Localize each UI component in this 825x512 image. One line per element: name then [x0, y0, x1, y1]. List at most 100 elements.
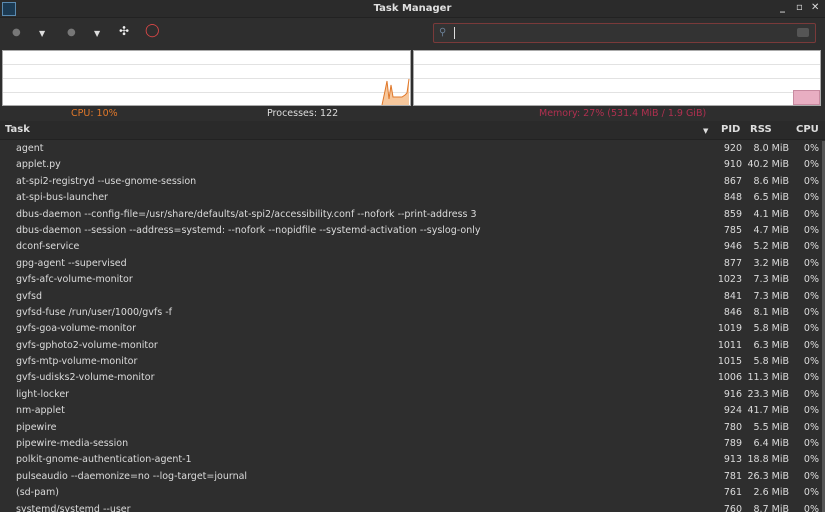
cell-task: gvfs-mtp-volume-monitor — [16, 356, 138, 368]
table-row[interactable]: at-spi2-registryd --use-gnome-session 867… — [0, 174, 822, 190]
text-cursor — [454, 27, 455, 39]
cell-task: gvfs-goa-volume-monitor — [16, 323, 137, 335]
cell-task: at-spi-bus-launcher — [16, 192, 108, 204]
crosshair-icon[interactable]: ✣ — [119, 24, 129, 38]
cell-cpu: 0% — [803, 356, 819, 368]
table-header: Task ▼ PID RSS CPU — [0, 121, 825, 140]
cell-rss: 11.3 MiB — [747, 372, 789, 384]
cell-rss: 41.7 MiB — [747, 405, 789, 417]
priority-icon[interactable]: ● — [67, 27, 76, 38]
process-count-label: Processes: 122 — [267, 108, 339, 119]
cell-cpu: 0% — [803, 175, 819, 187]
memory-graph — [413, 50, 821, 106]
cell-task: gvfs-gphoto2-volume-monitor — [16, 339, 158, 351]
cell-task: dconf-service — [16, 241, 80, 253]
sort-chevron-icon[interactable]: ▼ — [703, 127, 708, 135]
column-cpu[interactable]: CPU — [796, 124, 819, 135]
cell-rss: 26.3 MiB — [747, 470, 789, 482]
table-row[interactable]: gvfs-afc-volume-monitor 1023 7.3 MiB 0% — [0, 272, 822, 288]
cell-rss: 18.8 MiB — [747, 454, 789, 466]
cell-cpu: 0% — [803, 208, 819, 220]
table-row[interactable]: gvfs-mtp-volume-monitor 1015 5.8 MiB 0% — [0, 354, 822, 370]
cell-cpu: 0% — [803, 372, 819, 384]
cell-pid: 867 — [723, 175, 742, 187]
cell-cpu: 0% — [803, 143, 819, 154]
cell-rss: 5.2 MiB — [753, 241, 789, 253]
cell-task: polkit-gnome-authentication-agent-1 — [16, 454, 192, 466]
signal-icon[interactable]: ● — [12, 27, 21, 38]
cell-rss: 8.0 MiB — [753, 143, 789, 154]
cell-cpu: 0% — [803, 503, 819, 512]
cell-pid: 760 — [723, 503, 742, 512]
table-row[interactable]: pulseaudio --daemonize=no --log-target=j… — [0, 469, 822, 485]
cell-pid: 946 — [723, 241, 742, 253]
cell-task: agent — [16, 143, 44, 154]
table-row[interactable]: dconf-service 946 5.2 MiB 0% — [0, 239, 822, 255]
cell-pid: 780 — [723, 421, 742, 433]
close-button[interactable]: ✕ — [811, 2, 819, 13]
cell-pid: 841 — [723, 290, 742, 302]
table-row[interactable]: gpg-agent --supervised 877 3.2 MiB 0% — [0, 256, 822, 272]
cell-task: (sd-pam) — [16, 487, 59, 499]
table-row[interactable]: nm-applet 924 41.7 MiB 0% — [0, 403, 822, 419]
cell-rss: 40.2 MiB — [747, 159, 789, 171]
lifebuoy-icon[interactable]: ◯ — [145, 23, 160, 38]
table-row[interactable]: gvfsd-fuse /run/user/1000/gvfs -f 846 8.1 … — [0, 305, 822, 321]
table-row[interactable]: gvfs-udisks2-volume-monitor 1006 11.3 MiB 0… — [0, 370, 822, 386]
table-row[interactable]: gvfs-gphoto2-volume-monitor 1011 6.3 MiB 0% — [0, 338, 822, 354]
table-row[interactable]: light-locker 916 23.3 MiB 0% — [0, 387, 822, 403]
cell-pid: 1006 — [717, 372, 742, 384]
chevron-down-icon[interactable]: ▼ — [39, 29, 45, 38]
cell-cpu: 0% — [803, 159, 819, 171]
chevron-down-icon[interactable]: ▼ — [94, 29, 100, 38]
cell-cpu: 0% — [803, 470, 819, 482]
cell-task: gvfs-udisks2-volume-monitor — [16, 372, 155, 384]
cell-pid: 1023 — [717, 274, 742, 286]
table-row[interactable]: at-spi-bus-launcher 848 6.5 MiB 0% — [0, 190, 822, 206]
column-pid[interactable]: PID — [721, 124, 740, 135]
table-row[interactable]: dbus-daemon --session --address=systemd:… — [0, 223, 822, 239]
cell-rss: 7.3 MiB — [753, 290, 789, 302]
cell-rss: 23.3 MiB — [747, 388, 789, 400]
cell-rss: 5.5 MiB — [753, 421, 789, 433]
table-row[interactable]: dbus-daemon --config-file=/usr/share/def… — [0, 207, 822, 223]
cell-pid: 916 — [723, 388, 742, 400]
cell-rss: 6.4 MiB — [753, 438, 789, 450]
column-task[interactable]: Task — [5, 124, 30, 135]
cell-cpu: 0% — [803, 192, 819, 204]
column-rss[interactable]: RSS — [750, 124, 772, 135]
cell-cpu: 0% — [803, 454, 819, 466]
table-row[interactable]: pipewire 780 5.5 MiB 0% — [0, 420, 822, 436]
table-row[interactable]: gvfsd 841 7.3 MiB 0% — [0, 289, 822, 305]
cell-cpu: 0% — [803, 241, 819, 253]
table-row[interactable]: pipewire-media-session 789 6.4 MiB 0% — [0, 436, 822, 452]
table-row[interactable]: gvfs-goa-volume-monitor 1019 5.8 MiB 0% — [0, 321, 822, 337]
cell-pid: 781 — [723, 470, 742, 482]
cell-pid: 848 — [723, 192, 742, 204]
search-input[interactable]: ⚲ — [433, 23, 816, 43]
cell-task: light-locker — [16, 388, 70, 400]
minimize-button[interactable]: _ — [780, 2, 785, 13]
table-row[interactable]: agent 920 8.0 MiB 0% — [0, 141, 822, 157]
cell-rss: 8.6 MiB — [753, 175, 789, 187]
maximize-button[interactable]: ▫ — [796, 2, 803, 13]
cell-cpu: 0% — [803, 290, 819, 302]
table-row[interactable]: systemd/systemd --user 760 8.7 MiB 0% — [0, 502, 822, 512]
cpu-history-line — [381, 78, 410, 105]
cell-cpu: 0% — [803, 323, 819, 335]
cell-cpu: 0% — [803, 421, 819, 433]
cell-cpu: 0% — [803, 487, 819, 499]
cell-task: pipewire-media-session — [16, 438, 129, 450]
table-row[interactable]: (sd-pam) 761 2.6 MiB 0% — [0, 485, 822, 501]
table-row[interactable]: applet.py 910 40.2 MiB 0% — [0, 157, 822, 173]
cell-rss: 6.3 MiB — [753, 339, 789, 351]
cell-cpu: 0% — [803, 274, 819, 286]
cell-pid: 761 — [723, 487, 742, 499]
cell-rss: 5.8 MiB — [753, 323, 789, 335]
cell-task: gpg-agent --supervised — [16, 257, 127, 269]
cell-task: applet.py — [16, 159, 61, 171]
search-icon: ⚲ — [439, 27, 447, 38]
clear-icon[interactable] — [797, 28, 809, 37]
table-row[interactable]: polkit-gnome-authentication-agent-1 913 18… — [0, 452, 822, 468]
cell-task: nm-applet — [16, 405, 65, 417]
